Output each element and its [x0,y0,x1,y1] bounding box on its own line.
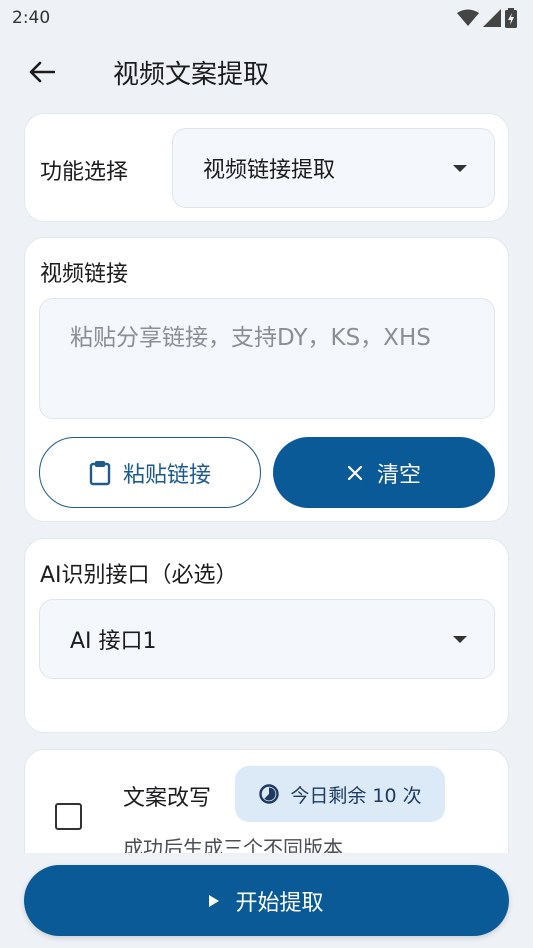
clear-button[interactable]: 清空 [273,437,495,508]
function-select-value: 视频链接提取 [203,158,336,183]
battery-icon [505,8,517,28]
function-label: 功能选择 [40,160,129,185]
clipboard-icon [89,460,111,485]
ai-interface-select-value: AI 接口1 [70,629,157,654]
video-link-input[interactable]: 粘贴分享链接，支持DY，KS，XHS [39,298,495,419]
wifi-icon [457,9,479,26]
signal-icon [483,9,501,27]
clear-label: 清空 [376,462,421,488]
video-link-label: 视频链接 [40,262,129,287]
function-card: 功能选择 视频链接提取 [24,113,509,222]
dropdown-arrow-icon [453,164,467,172]
close-icon [347,465,363,480]
paste-link-label: 粘贴链接 [122,462,211,488]
play-icon [209,894,220,907]
timer-icon [259,784,280,804]
status-time: 2:40 [12,8,51,28]
quota-text: 今日剩余 10 次 [290,784,422,807]
app-bar: 视频文案提取 [0,36,533,108]
status-bar: 2:40 [0,0,533,36]
ai-interface-label: AI识别接口（必选） [40,563,238,588]
start-extract-label: 开始提取 [235,890,324,916]
start-extract-button[interactable]: 开始提取 [24,865,509,936]
paste-link-button[interactable]: 粘贴链接 [39,437,261,508]
rewrite-title: 文案改写 [123,786,212,811]
dropdown-arrow-icon [453,635,467,643]
ai-interface-select[interactable]: AI 接口1 [39,599,495,679]
arrow-back-icon [29,61,55,83]
video-link-card: 视频链接 粘贴分享链接，支持DY，KS，XHS 粘贴链接 清空 [24,237,509,522]
ai-interface-card: AI识别接口（必选） AI 接口1 [24,538,509,733]
page-title: 视频文案提取 [113,60,270,90]
status-icons [457,8,517,28]
function-select[interactable]: 视频链接提取 [172,128,495,208]
rewrite-checkbox[interactable] [55,803,82,830]
back-button[interactable] [22,52,62,92]
quota-chip: 今日剩余 10 次 [235,766,445,822]
